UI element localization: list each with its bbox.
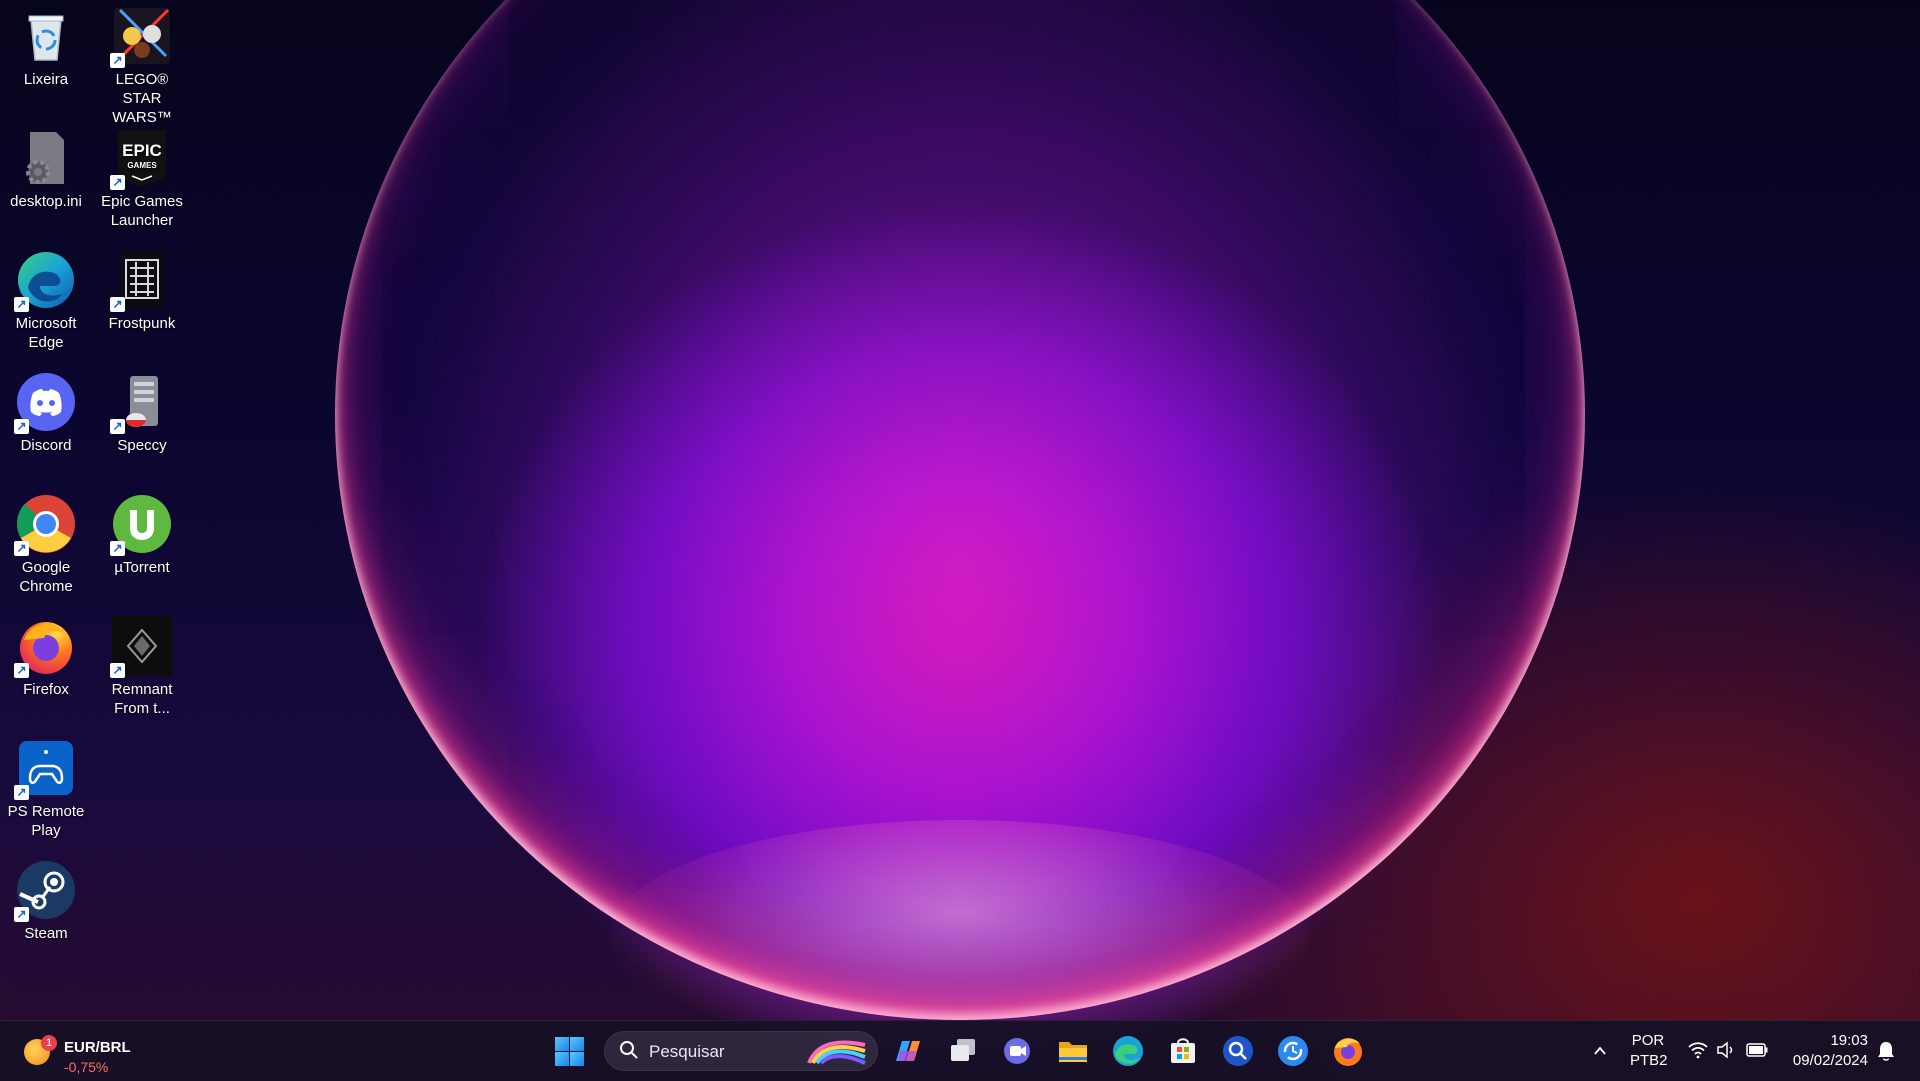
firefox-icon: ↗	[14, 616, 76, 678]
edge-icon	[1113, 1036, 1143, 1066]
shortcut-arrow-icon: ↗	[110, 663, 125, 678]
steam-icon: ↗	[14, 860, 76, 922]
desktop-icon-label: Microsoft Edge	[15, 315, 77, 351]
store-icon	[1171, 1038, 1195, 1063]
search-placeholder: Pesquisar	[649, 1042, 725, 1061]
desktop-icon-utorrent[interactable]: ↗ µTorrent	[96, 488, 188, 577]
shortcut-arrow-icon: ↗	[14, 419, 29, 434]
teams-chat-icon	[1004, 1038, 1030, 1064]
wifi-icon[interactable]	[1687, 1041, 1709, 1059]
widget-change: -0,75%	[64, 1059, 109, 1075]
desktop-icon-label: Epic Games Launcher	[101, 193, 183, 229]
desktop-icon-chrome[interactable]: ↗ Google Chrome	[0, 488, 92, 596]
desktop-icon-steam[interactable]: ↗ Steam	[0, 854, 92, 943]
desktop-icon-edge[interactable]: ↗ Microsoft Edge	[0, 244, 92, 352]
taskbar: 1 EUR/BRL -0,75% Pesquisar POR PTB2 19:0…	[0, 1020, 1920, 1081]
desktop-icon-desktop-ini[interactable]: desktop.ini	[0, 122, 92, 211]
shortcut-arrow-icon: ↗	[14, 663, 29, 678]
clock-date: 09/02/2024	[1792, 1052, 1868, 1069]
taskbar-app-blue-1[interactable]	[1220, 1033, 1256, 1069]
wallpaper-glow	[610, 820, 1310, 1050]
desktop-icon-frostpunk[interactable]: ↗ Frostpunk	[96, 244, 188, 333]
volume-icon[interactable]	[1716, 1041, 1736, 1059]
shortcut-arrow-icon: ↗	[110, 419, 125, 434]
folder-icon	[1059, 1042, 1087, 1062]
shortcut-arrow-icon: ↗	[14, 785, 29, 800]
desktop-icon-label: Frostpunk	[108, 315, 176, 332]
desktop-icon-label: desktop.ini	[10, 193, 82, 210]
sync-app-icon	[1278, 1036, 1308, 1066]
taskbar-edge[interactable]	[1110, 1033, 1146, 1069]
start-button[interactable]	[554, 1036, 586, 1068]
shortcut-arrow-icon: ↗	[14, 297, 29, 312]
desktop-icon-recycle-bin[interactable]: Lixeira	[0, 0, 92, 89]
keyboard-layout: PTB2	[1630, 1052, 1668, 1069]
notification-bell-icon[interactable]	[1876, 1040, 1896, 1062]
shortcut-arrow-icon: ↗	[110, 541, 125, 556]
desktop-icon-firefox[interactable]: ↗ Firefox	[0, 610, 92, 699]
desktop-icon-label: PS Remote Play	[7, 803, 85, 839]
desktop-icon-label: Speccy	[117, 437, 167, 454]
search-box[interactable]: Pesquisar	[604, 1031, 878, 1071]
recycle-bin-icon	[16, 6, 76, 66]
taskbar-microsoft-store[interactable]	[1165, 1033, 1201, 1069]
currency-widget[interactable]: 1 EUR/BRL -0,75%	[20, 1029, 140, 1075]
taskbar-firefox[interactable]	[1330, 1033, 1366, 1069]
shortcut-arrow-icon: ↗	[110, 175, 125, 190]
taskbar-teams-chat[interactable]	[1000, 1033, 1036, 1069]
desktop-icon-label: Lixeira	[23, 71, 69, 88]
language-code: POR	[1631, 1032, 1665, 1049]
desktop-icon-speccy[interactable]: ↗ Speccy	[96, 366, 188, 455]
desktop-icon-label: Discord	[20, 437, 72, 454]
search-app-icon	[1223, 1036, 1253, 1066]
utorrent-icon: ↗	[110, 494, 172, 556]
epic-logo-subtext: GAMES	[127, 161, 157, 170]
shortcut-arrow-icon: ↗	[110, 53, 125, 68]
desktop-icon-label: Steam	[24, 925, 68, 942]
clock[interactable]: 19:03 09/02/2024	[1780, 1031, 1868, 1071]
desktop-icon-label: Remnant From t...	[111, 681, 173, 717]
settings-file-icon	[16, 128, 76, 188]
desktop-icon-remnant[interactable]: ↗ Remnant From t...	[96, 610, 188, 718]
widget-title: EUR/BRL	[64, 1039, 131, 1056]
edge-icon: ↗	[14, 250, 76, 312]
clock-time: 19:03	[1830, 1032, 1868, 1049]
frostpunk-icon: ↗	[110, 250, 172, 312]
discord-icon: ↗	[14, 372, 76, 434]
remnant-icon: ↗	[110, 616, 172, 678]
firefox-icon	[1334, 1038, 1362, 1066]
shortcut-arrow-icon: ↗	[14, 907, 29, 922]
windows-logo-icon	[555, 1037, 569, 1051]
show-hidden-icons-chevron-up-icon[interactable]	[1592, 1043, 1608, 1059]
task-view-icon	[951, 1039, 975, 1061]
shortcut-arrow-icon: ↗	[110, 297, 125, 312]
shortcut-arrow-icon: ↗	[14, 541, 29, 556]
epic-games-icon: EPIC GAMES ↗	[110, 128, 172, 190]
desktop-icon-label: Google Chrome	[19, 559, 73, 595]
taskbar-task-view[interactable]	[945, 1033, 981, 1069]
chrome-icon: ↗	[14, 494, 76, 556]
notification-badge: 1	[41, 1035, 57, 1051]
taskbar-file-explorer[interactable]	[1055, 1033, 1091, 1069]
desktop-icon-ps-remote-play[interactable]: ↗ PS Remote Play	[0, 732, 92, 840]
lego-star-wars-icon: ↗	[110, 6, 172, 68]
desktop-icon-label: µTorrent	[114, 559, 170, 576]
copilot-icon	[896, 1041, 920, 1061]
desktop-icon-epic-games[interactable]: EPIC GAMES ↗ Epic Games Launcher	[96, 122, 188, 230]
speccy-icon: ↗	[110, 372, 172, 434]
search-highlight-icon	[807, 1040, 866, 1065]
ps-remote-play-icon: ↗	[14, 738, 76, 800]
epic-logo-text: EPIC	[122, 141, 162, 160]
taskbar-app-blue-2[interactable]	[1275, 1033, 1311, 1069]
desktop-icon-discord[interactable]: ↗ Discord	[0, 366, 92, 455]
search-icon	[620, 1041, 638, 1059]
desktop-icon-label: Firefox	[23, 681, 69, 698]
battery-icon[interactable]	[1746, 1043, 1768, 1057]
taskbar-copilot[interactable]	[890, 1033, 926, 1069]
input-language-indicator[interactable]: POR PTB2	[1630, 1031, 1668, 1071]
